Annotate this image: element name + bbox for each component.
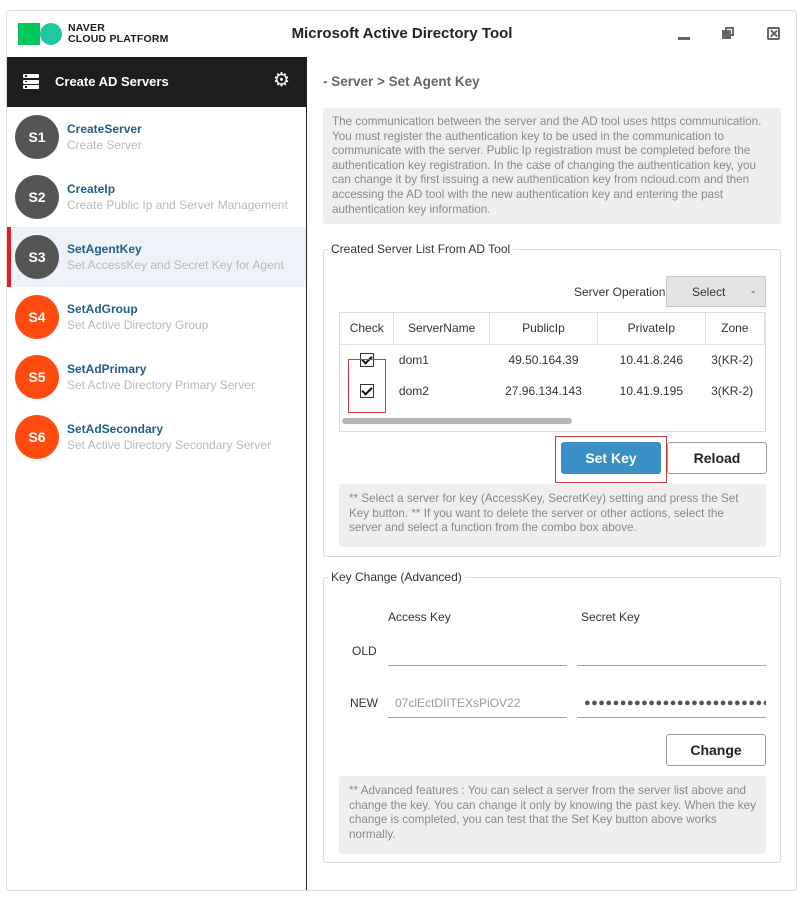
sidebar-item-description: Set Active Directory Primary Server	[67, 378, 256, 392]
sidebar-header: Create AD Servers ⚙	[7, 57, 306, 107]
step-badge: S4	[15, 295, 59, 339]
restore-icon[interactable]	[722, 27, 736, 41]
sidebar-item-description: Create Public Ip and Server Management	[67, 198, 288, 212]
old-access-key-input[interactable]	[388, 636, 567, 666]
logo-text: NAVER CLOUD PLATFORM	[68, 23, 169, 45]
column-header-servername[interactable]: ServerName	[393, 313, 490, 345]
column-header-check[interactable]: Check	[340, 313, 395, 345]
sidebar-header-label: Create AD Servers	[55, 74, 169, 89]
new-secret-key-input[interactable]: ●●●●●●●●●●●●●●●●●●●●●●●●●●●	[577, 688, 766, 718]
step-badge: S5	[15, 355, 59, 399]
gear-icon[interactable]: ⚙	[273, 71, 290, 90]
old-label: OLD	[352, 644, 377, 658]
sidebar-item-label: SetAdGroup	[67, 302, 138, 316]
sidebar-item-description: Set Active Directory Group	[67, 318, 209, 332]
change-button[interactable]: Change	[666, 734, 766, 766]
server-icon	[23, 74, 39, 89]
access-key-header: Access Key	[388, 610, 451, 624]
column-header-publicip[interactable]: PublicIp	[489, 313, 599, 345]
server-operation-value: Select	[692, 285, 726, 299]
main-panel: - Server > Set Agent Key The communicati…	[308, 57, 796, 890]
sidebar-item-setadprimary[interactable]: S5 SetAdPrimary Set Active Directory Pri…	[7, 347, 306, 407]
server-name-cell: dom1	[398, 352, 429, 367]
step-badge: S3	[15, 235, 59, 279]
key-change-note: ** Advanced features : You can select a …	[339, 776, 766, 854]
chevron-down-icon: ⌄	[749, 285, 757, 295]
info-box: The communication between the server and…	[323, 108, 781, 224]
sidebar: Create AD Servers ⚙ S1 CreateServer Crea…	[7, 57, 307, 890]
breadcrumb: - Server > Set Agent Key	[323, 74, 480, 89]
column-header-privateip[interactable]: PrivateIp	[597, 313, 706, 345]
key-change-legend: Key Change (Advanced)	[331, 570, 462, 584]
server-table[interactable]: Check ServerName PublicIp PrivateIp Zone…	[339, 312, 766, 432]
sidebar-item-label: SetAdPrimary	[67, 362, 147, 376]
sidebar-item-setadsecondary[interactable]: S6 SetAdSecondary Set Active Directory S…	[7, 407, 306, 467]
sidebar-item-description: Create Server	[67, 138, 142, 152]
private-ip-cell: 10.41.8.246	[619, 352, 684, 367]
public-ip-cell: 27.96.134.143	[505, 383, 582, 398]
sidebar-item-createip[interactable]: S2 CreateIp Create Public Ip and Server …	[7, 167, 306, 227]
table-row[interactable]: dom1 49.50.164.39 10.41.8.246 3(KR-2)	[340, 344, 765, 375]
private-ip-cell: 10.41.9.195	[619, 383, 684, 398]
sidebar-item-setagentkey[interactable]: S3 SetAgentKey Set AccessKey and Secret …	[7, 227, 306, 287]
sidebar-item-label: SetAdSecondary	[67, 422, 164, 436]
new-label: NEW	[350, 696, 378, 710]
logo-circle-icon	[40, 23, 62, 45]
server-list-group: Created Server List From AD Tool Server …	[323, 242, 781, 557]
close-icon[interactable]	[767, 27, 780, 40]
logo-line-2: CLOUD PLATFORM	[68, 33, 169, 45]
old-secret-key-input[interactable]	[577, 636, 766, 666]
public-ip-cell: 49.50.164.39	[508, 352, 579, 367]
step-badge: S2	[15, 175, 59, 219]
step-badge: S6	[15, 415, 59, 459]
sidebar-item-label: CreateIp	[67, 182, 116, 196]
set-key-button[interactable]: Set Key	[561, 442, 661, 474]
checkbox-highlight	[348, 359, 386, 413]
key-change-group: Key Change (Advanced) Access Key Secret …	[323, 570, 781, 863]
server-operation-label: Server Operation	[574, 285, 666, 299]
zone-cell: 3(KR-2)	[711, 383, 754, 398]
server-operation-select[interactable]: Select ⌄	[666, 276, 766, 307]
sidebar-item-label: CreateServer	[67, 122, 142, 136]
secret-key-header: Secret Key	[581, 610, 640, 624]
server-name-cell: dom2	[398, 383, 429, 398]
new-access-key-input[interactable]: 07clEctDIITEXsPiOV22	[388, 688, 567, 718]
sidebar-item-description: Set AccessKey and Secret Key for Agent	[67, 258, 284, 272]
window-title: Microsoft Active Directory Tool	[291, 25, 513, 42]
sidebar-item-description: Set Active Directory Secondary Server	[67, 438, 272, 452]
title-bar: NAVER CLOUD PLATFORM Microsoft Active Di…	[7, 11, 796, 57]
minimize-icon[interactable]	[678, 27, 692, 41]
app-window: NAVER CLOUD PLATFORM Microsoft Active Di…	[6, 10, 797, 891]
server-list-legend: Created Server List From AD Tool	[331, 242, 511, 256]
sidebar-item-setadgroup[interactable]: S4 SetAdGroup Set Active Directory Group	[7, 287, 306, 347]
reload-button[interactable]: Reload	[667, 442, 767, 474]
table-row[interactable]: dom2 27.96.134.143 10.41.9.195 3(KR-2)	[340, 375, 765, 406]
column-header-zone[interactable]: Zone	[705, 313, 765, 345]
server-list-note: ** Select a server for key (AccessKey, S…	[339, 484, 766, 547]
logo-square-icon	[18, 23, 40, 45]
sidebar-item-createserver[interactable]: S1 CreateServer Create Server	[7, 107, 306, 167]
step-badge: S1	[15, 115, 59, 159]
horizontal-scrollbar[interactable]	[342, 418, 572, 424]
table-header-row: Check ServerName PublicIp PrivateIp Zone	[340, 313, 765, 345]
sidebar-item-label: SetAgentKey	[67, 242, 142, 256]
zone-cell: 3(KR-2)	[711, 352, 754, 367]
naver-cloud-logo: NAVER CLOUD PLATFORM	[18, 23, 169, 45]
